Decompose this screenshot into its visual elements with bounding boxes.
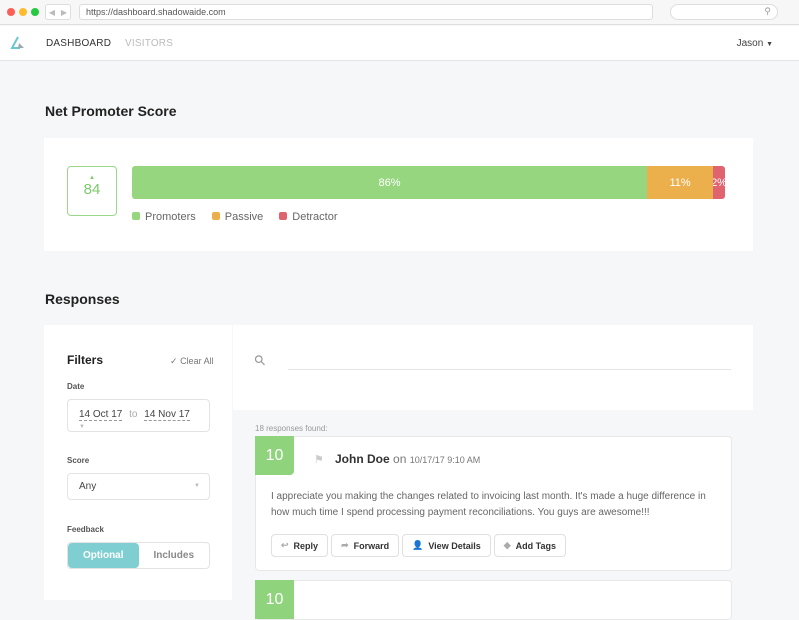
nps-segment: 86% [132,166,648,199]
nav-visitors[interactable]: VISITORS [125,38,173,49]
caret-down-icon: ▼ [766,41,773,48]
back-icon[interactable]: ◀ [49,8,55,17]
top-nav: DASHBOARD VISITORS Jason ▼ [0,26,799,61]
user-icon: 👤 [412,540,424,550]
nps-score: 84 [83,181,101,198]
logo-icon [10,36,24,49]
search-icon: ⚲ [764,6,771,16]
forward-icon: ➦ [341,540,349,550]
score-label: Score [67,456,90,465]
add-tags-button[interactable]: ◆ Add Tags [493,534,566,557]
url-bar[interactable]: https://dashboard.shadowaide.com [79,4,653,20]
nps-segment: 2% [713,166,725,199]
forward-button[interactable]: ➦ Forward [331,534,400,557]
nav-dashboard[interactable]: DASHBOARD [46,38,111,49]
feedback-optional[interactable]: Optional [68,543,139,568]
respondent-name[interactable]: John Doe [335,452,390,466]
nps-title: Net Promoter Score [45,103,177,119]
search-icon: ⚲ [250,350,270,370]
response-card: 10 ⚑ John Doe on 10/17/17 9:10 AM I appr… [255,436,732,571]
reply-button[interactable]: ↩ Reply [271,534,329,557]
maximize-window-button[interactable] [31,8,39,16]
back-forward-buttons[interactable]: ◀ ▶ [45,4,71,20]
search-panel: ⚲ [233,325,753,410]
on-word: on [393,452,407,466]
response-score: 10 [255,436,294,475]
date-label: Date [67,382,85,391]
caret-down-icon: ▼ [194,483,200,489]
legend-passive: Passive [211,211,263,223]
responses-count: 18 responses found: [255,424,328,433]
date-to-word: to [129,409,138,420]
feedback-includes[interactable]: Includes [139,543,210,568]
browser-search[interactable]: ⚲ [670,4,778,20]
tag-icon: ◆ [503,540,511,550]
date-to[interactable]: 14 Nov 17 [144,409,190,421]
reply-icon: ↩ [281,540,289,550]
legend-detractor: Detractor [279,211,338,223]
date-from[interactable]: 14 Oct 17 [79,409,123,421]
score-value: Any [79,481,97,492]
caret-down-icon: ▼ [79,424,85,430]
user-menu[interactable]: Jason ▼ [737,38,773,49]
response-card: 10 [255,580,732,620]
filters-title: Filters [67,353,104,367]
user-name: Jason [736,38,764,49]
response-header: John Doe on 10/17/17 9:10 AM [335,452,480,466]
minimize-window-button[interactable] [19,8,27,16]
broom-icon: ✓ [170,356,178,366]
score-select[interactable]: Any ▼ [67,473,210,500]
forward-icon[interactable]: ▶ [61,8,67,17]
feedback-label: Feedback [67,525,104,534]
clear-all-button[interactable]: ✓ Clear All [170,356,214,367]
nps-legend: Promoters Passive Detractor [132,211,338,223]
flag-icon[interactable]: ⚑ [314,453,324,466]
browser-chrome: ◀ ▶ https://dashboard.shadowaide.com ⚲ [0,0,799,25]
nps-segment: 11% [647,166,714,199]
response-text: I appreciate you making the changes rela… [271,491,706,518]
view-details-button[interactable]: 👤 View Details [402,534,491,557]
feedback-toggle: Optional Includes [67,542,210,569]
response-search-input[interactable] [288,369,731,370]
nps-score-box: ▲ 84 [67,166,117,216]
date-range-picker[interactable]: 14 Oct 17 to 14 Nov 17 ▼ [67,399,210,432]
legend-promoters: Promoters [132,211,196,223]
nps-bar: 86%11%2% [132,166,725,199]
responses-title: Responses [45,291,120,307]
response-actions: ↩ Reply ➦ Forward 👤 View Details ◆ Add Tags [271,534,569,557]
close-window-button[interactable] [7,8,15,16]
response-date: 10/17/17 9:10 AM [409,455,481,465]
